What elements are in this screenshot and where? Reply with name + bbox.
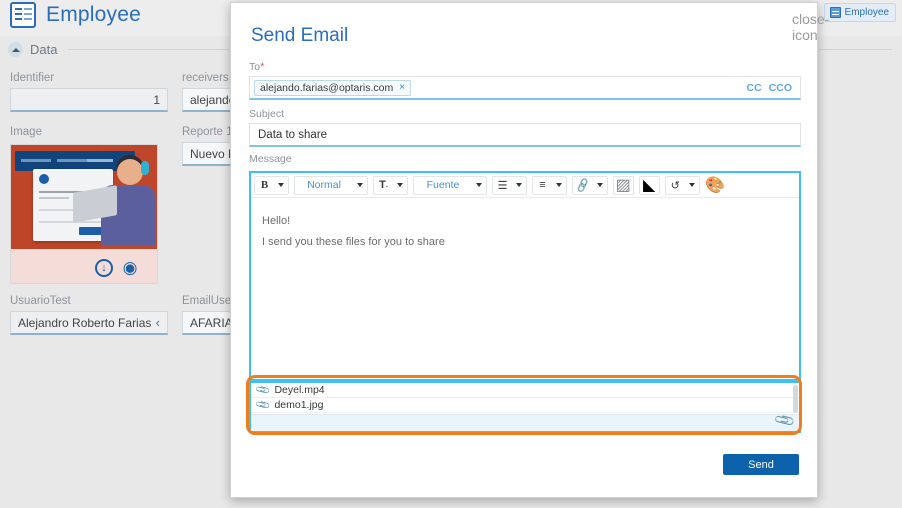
font-select-label[interactable]: Fuente [414,177,472,194]
attachment-name: Deyel.mp4 [274,384,325,396]
recipient-chip-label: alejando.farias@optaris.com [260,81,394,94]
attachments-panel: 📎 Deyel.mp4 📎 demo1.jpg 📎 [249,381,801,433]
toolbar-undo-group[interactable]: ↺ [664,175,700,195]
dialog-title: Send Email [251,25,349,46]
subject-field: Subject Data to share [249,108,801,147]
recipient-chip[interactable]: alejando.farias@optaris.com × [254,79,412,96]
palette-icon[interactable]: 🎨 [705,176,726,195]
toolbar-font-group[interactable]: Fuente [413,175,487,195]
cco-link[interactable]: CCO [769,82,792,94]
chevron-down-icon[interactable] [393,177,407,194]
toolbar-align-group[interactable]: ≡ [532,175,567,195]
attachment-item[interactable]: 📎 demo1.jpg [251,396,799,414]
message-editor: B Normal T. Fuente ☰ ≡ 🔗 ▨ ◣ ↺ 🎨 Hello! … [249,171,801,381]
subject-label: Subject [249,108,285,120]
close-icon[interactable]: close-icon [792,11,829,43]
message-line: I send you these files for you to share [262,236,445,248]
heading-select-label[interactable]: Normal [295,177,353,194]
paperclip-icon: 📎 [254,383,272,399]
attachment-name: demo1.jpg [274,399,324,411]
message-label-wrap: Message [249,153,801,168]
message-body[interactable]: Hello! I send you these files for you to… [251,198,799,379]
image-icon[interactable]: ▨ [612,175,634,195]
undo-icon[interactable]: ↺ [666,177,685,194]
cc-links: CC CCO [746,82,796,94]
text-size-icon[interactable]: T. [374,177,393,194]
attachments-list[interactable]: 📎 Deyel.mp4 📎 demo1.jpg [251,383,799,415]
screen: Employee Employee Data Identifier 1 rece… [0,0,902,508]
attachment-item[interactable]: 📎 Deyel.mp4 [251,383,799,398]
to-field: To* alejando.farias@optaris.com × CC CCO [249,61,801,100]
eraser-icon[interactable]: ◣ [638,175,660,195]
chevron-down-icon[interactable] [512,177,526,194]
link-icon[interactable]: 🔗 [571,174,595,197]
editor-toolbar: B Normal T. Fuente ☰ ≡ 🔗 ▨ ◣ ↺ 🎨 [251,173,799,198]
required-marker: * [260,61,265,73]
message-line: Hello! [262,215,291,227]
align-left-icon[interactable]: ≡ [533,177,552,194]
toolbar-link-group[interactable]: 🔗 [571,174,608,197]
list-icon[interactable]: ☰ [493,177,512,194]
to-input[interactable]: alejando.farias@optaris.com × CC CCO [249,76,801,100]
send-email-dialog: close-icon Send Email To* alejando.faria… [230,2,829,498]
chevron-down-icon[interactable] [472,177,486,194]
toolbar-bold-group[interactable]: B [254,175,289,195]
chevron-down-icon[interactable] [593,177,607,194]
bold-icon[interactable]: B [255,177,274,194]
chevron-down-icon[interactable] [552,177,566,194]
toolbar-textsize-group[interactable]: T. [373,175,408,195]
toolbar-list-group[interactable]: ☰ [492,175,527,195]
message-label: Message [249,153,292,165]
cc-link[interactable]: CC [746,82,761,94]
toolbar-heading-group[interactable]: Normal [294,175,368,195]
chevron-down-icon[interactable] [274,177,288,194]
chevron-down-icon[interactable] [353,177,367,194]
close-icon[interactable]: × [399,82,405,93]
send-button[interactable]: Send [723,454,799,475]
paperclip-icon: 📎 [254,396,272,414]
scrollbar[interactable] [793,385,798,413]
to-label: To* [249,61,265,73]
chevron-down-icon[interactable] [685,177,699,194]
subject-input[interactable]: Data to share [249,123,801,147]
